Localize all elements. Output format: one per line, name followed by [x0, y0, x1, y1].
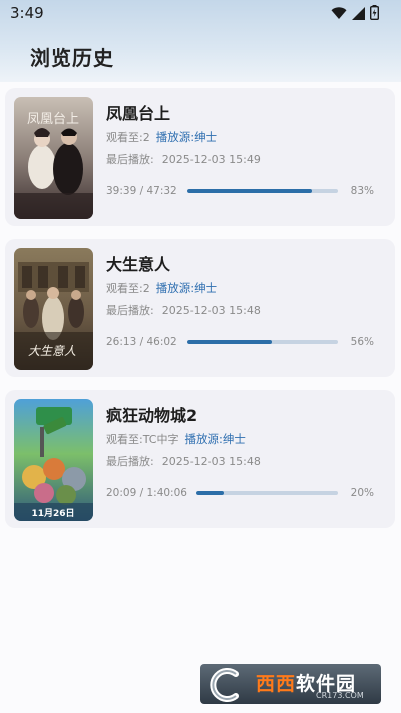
- watermark-emblem-icon: [210, 668, 239, 702]
- progress-percent: 56%: [350, 336, 374, 348]
- watermark-brand-a: 西西: [256, 673, 297, 695]
- source-link[interactable]: 播放源:绅士: [156, 130, 217, 144]
- poster-image[interactable]: 大生意人: [14, 248, 93, 370]
- watched-label: 观看至:: [106, 131, 143, 144]
- last-played-label: 最后播放:: [106, 153, 154, 166]
- last-played-time: 2025-12-03 15:49: [161, 153, 261, 166]
- progress-bar: [196, 491, 338, 495]
- progress-bar: [187, 189, 338, 193]
- watch-progress-info: 观看至:2 播放源:绅士: [106, 129, 217, 145]
- history-list: 凤凰台上 凤凰台上 观看至:2 播放源:绅士 最后播放: 2025-12-03 15…: [5, 88, 395, 541]
- progress-percent: 83%: [350, 185, 374, 197]
- history-card[interactable]: 大生意人 大生意人 观看至:2 播放源:绅士 最后播放: 2025-12-03 15…: [5, 239, 395, 377]
- video-title: 疯狂动物城2: [106, 406, 198, 425]
- wifi-icon: [331, 5, 347, 24]
- poster-image[interactable]: 凤凰台上: [14, 97, 93, 219]
- history-card[interactable]: 11月26日 疯狂动物城2 观看至:TC中字 播放源:绅士 最后播放: 2025-1…: [5, 390, 395, 528]
- last-played-time: 2025-12-03 15:48: [161, 304, 261, 317]
- video-title: 大生意人: [106, 255, 171, 274]
- history-card[interactable]: 凤凰台上 凤凰台上 观看至:2 播放源:绅士 最后播放: 2025-12-03 15…: [5, 88, 395, 226]
- progress-fill: [187, 189, 313, 193]
- status-icons: [331, 5, 379, 24]
- app-header: 3:49 浏览历史: [0, 0, 401, 82]
- progress-fill: [187, 340, 272, 344]
- progress-time: 26:13 / 46:02: [106, 336, 177, 348]
- last-played-label: 最后播放:: [106, 455, 154, 468]
- source-link[interactable]: 播放源:绅士: [184, 432, 245, 446]
- last-played: 最后播放: 2025-12-03 15:48: [106, 453, 261, 469]
- poster-caption: 大生意人: [28, 344, 76, 358]
- watermark-url: CR173.COM: [316, 691, 364, 700]
- watched-episode: TC中字: [142, 433, 179, 446]
- progress-time: 20:09 / 1:40:06: [106, 487, 187, 499]
- last-played-time: 2025-12-03 15:48: [161, 455, 261, 468]
- watched-label: 观看至:: [106, 282, 143, 295]
- signal-icon: [352, 5, 365, 24]
- progress-time: 39:39 / 47:32: [106, 185, 177, 197]
- page-title: 浏览历史: [30, 46, 114, 70]
- poster-image[interactable]: 11月26日: [14, 399, 93, 521]
- battery-icon: [369, 5, 379, 24]
- video-title: 凤凰台上: [106, 104, 171, 123]
- source-link[interactable]: 播放源:绅士: [156, 281, 217, 295]
- watched-episode: 2: [142, 131, 150, 144]
- last-played: 最后播放: 2025-12-03 15:49: [106, 151, 261, 167]
- poster-caption: 凤凰台上: [27, 112, 79, 127]
- watch-progress-info: 观看至:TC中字 播放源:绅士: [106, 431, 246, 447]
- last-played: 最后播放: 2025-12-03 15:48: [106, 302, 261, 318]
- last-played-label: 最后播放:: [106, 304, 154, 317]
- progress-bar: [187, 340, 338, 344]
- watermark-logo: 西西软件园 CR173.COM: [200, 664, 381, 704]
- watch-progress-info: 观看至:2 播放源:绅士: [106, 280, 217, 296]
- watched-episode: 2: [142, 282, 150, 295]
- poster-caption: 11月26日: [31, 508, 74, 519]
- status-bar: 3:49: [0, 0, 401, 28]
- progress-percent: 20%: [350, 487, 374, 499]
- watched-label: 观看至:: [106, 433, 143, 446]
- status-time: 3:49: [10, 4, 44, 22]
- progress-fill: [196, 491, 225, 495]
